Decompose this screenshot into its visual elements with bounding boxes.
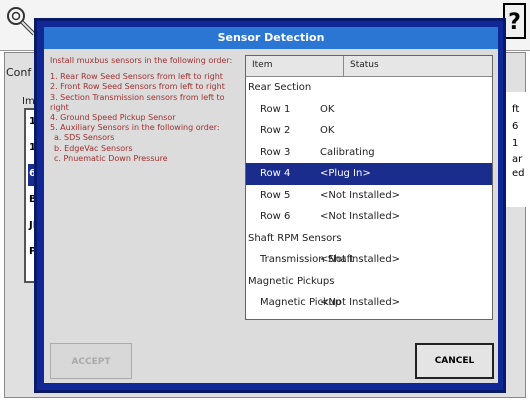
right-value: 1	[512, 138, 519, 149]
row-item-label: Rear Section	[248, 82, 312, 93]
row-item-label: Row 6	[260, 211, 291, 222]
instruction-step: 5. Auxiliary Sensors in the following or…	[50, 123, 220, 133]
table-row[interactable]: Magnetic Pickup <Not Installed>	[246, 292, 492, 314]
sensor-table: Item Status Rear Section Row 1 OK Row 2 OK Ro…	[245, 55, 493, 320]
row-status: <Not Installed>	[320, 254, 401, 265]
row-status: <Not Installed>	[320, 211, 401, 222]
instruction-step: 3. Section Transmission sensors from lef…	[50, 92, 225, 112]
row-item-label: Row 4	[260, 168, 291, 179]
instruction-step: 1. Rear Row Seed Sensors from left to ri…	[50, 72, 223, 82]
row-status: <Plug In>	[320, 168, 371, 179]
instruction-step: a. SDS Sensors	[54, 133, 115, 143]
column-divider	[343, 56, 344, 76]
right-value: ed	[512, 168, 525, 179]
right-value: ft	[512, 104, 520, 115]
column-header-item[interactable]: Item	[252, 60, 273, 70]
instruction-step: 2. Front Row Seed Sensors from left to r…	[50, 82, 225, 92]
instruction-step: c. Pnuematic Down Pressure	[54, 153, 168, 163]
row-item-label: Magnetic Pickups	[248, 275, 335, 287]
instruction-step: b. EdgeVac Sensors	[54, 143, 133, 153]
accept-button[interactable]: ACCEPT	[50, 343, 132, 379]
row-item-label: Row 1	[260, 103, 291, 115]
installation-instructions: Install muxbus sensors in the following …	[50, 56, 242, 164]
tab-configuration[interactable]: Conf	[6, 66, 31, 79]
cancel-button[interactable]: CANCEL	[415, 343, 494, 379]
right-value: ar	[512, 154, 523, 165]
dialog-title: Sensor Detection	[44, 27, 498, 49]
row-item-label: Row 2	[260, 125, 291, 136]
instruction-step: 4. Ground Speed Pickup Sensor	[50, 113, 176, 123]
table-group-row[interactable]: Rear Section	[246, 77, 492, 99]
table-row[interactable]: Row 6 <Not Installed>	[246, 206, 492, 228]
row-status: <Not Installed>	[320, 297, 401, 308]
row-item-label: Row 3	[260, 146, 291, 158]
help-button[interactable]: ?	[503, 3, 526, 39]
row-item-label: Row 5	[260, 189, 291, 201]
table-row[interactable]: Row 3 Calibrating	[246, 142, 492, 164]
table-row[interactable]: Row 2 OK	[246, 120, 492, 142]
instructions-heading: Install muxbus sensors in the following …	[50, 56, 233, 65]
row-status: Calibrating	[320, 146, 375, 158]
table-header: Item Status	[246, 56, 492, 77]
table-group-row[interactable]: Magnetic Pickups	[246, 271, 492, 293]
table-row[interactable]: Row 5 <Not Installed>	[246, 185, 492, 207]
table-row[interactable]: Row 1 OK	[246, 99, 492, 121]
row-status: OK	[320, 125, 335, 136]
row-item-label: Shaft RPM Sensors	[248, 232, 342, 244]
background-right-panel: ft 6 1 ar ed	[503, 92, 527, 207]
table-group-row[interactable]: Shaft RPM Sensors	[246, 228, 492, 250]
table-row[interactable]: Row 4 <Plug In>	[246, 163, 492, 185]
right-value: 6	[512, 121, 519, 132]
table-row[interactable]: Transmission Shaft <Not Installed>	[246, 249, 492, 271]
row-status: OK	[320, 103, 335, 115]
row-status: <Not Installed>	[320, 189, 401, 201]
column-header-status[interactable]: Status	[350, 60, 379, 70]
